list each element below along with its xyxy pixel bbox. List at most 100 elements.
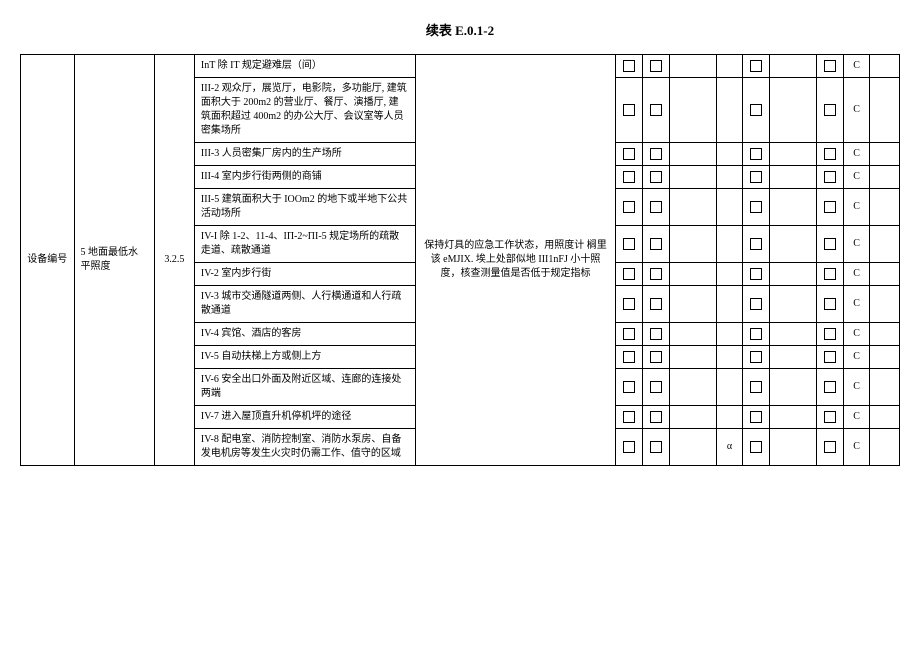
checkbox-icon[interactable]	[623, 298, 635, 310]
grade-cell: C	[843, 346, 870, 369]
checkbox-icon[interactable]	[650, 60, 662, 72]
empty-cell	[770, 346, 817, 369]
checkbox-cell	[643, 263, 670, 286]
grade-cell: C	[843, 323, 870, 346]
checkbox-icon[interactable]	[650, 441, 662, 453]
checkbox-cell	[743, 286, 770, 323]
checkbox-icon[interactable]	[623, 60, 635, 72]
empty-cell	[669, 55, 716, 78]
checkbox-icon[interactable]	[650, 238, 662, 250]
col-description: IV-3 城市交通隧道两侧、人行横通道和人行疏散通道	[194, 286, 415, 323]
checkbox-icon[interactable]	[650, 201, 662, 213]
alpha-cell	[716, 263, 743, 286]
checkbox-icon[interactable]	[824, 441, 836, 453]
alpha-cell	[716, 369, 743, 406]
checkbox-icon[interactable]	[824, 148, 836, 160]
empty-cell	[770, 189, 817, 226]
checkbox-icon[interactable]	[750, 148, 762, 160]
checkbox-icon[interactable]	[650, 381, 662, 393]
checkbox-icon[interactable]	[824, 328, 836, 340]
alpha-cell	[716, 346, 743, 369]
col-item-name: 5 地面最低水平照度	[74, 55, 154, 466]
checkbox-icon[interactable]	[623, 268, 635, 280]
checkbox-cell	[616, 189, 643, 226]
empty-cell	[770, 429, 817, 466]
checkbox-icon[interactable]	[623, 441, 635, 453]
col-description: III-2 观众厅，展览厅，电影院，多功能厅, 建筑面积大于 200m2 的营业…	[194, 78, 415, 143]
checkbox-icon[interactable]	[623, 411, 635, 423]
empty-cell	[770, 143, 817, 166]
col-description: InT 除 IT 规定避难层（间）	[194, 55, 415, 78]
checkbox-icon[interactable]	[650, 411, 662, 423]
checkbox-icon[interactable]	[650, 171, 662, 183]
checkbox-icon[interactable]	[650, 328, 662, 340]
checkbox-icon[interactable]	[623, 104, 635, 116]
alpha-cell	[716, 166, 743, 189]
checkbox-cell	[816, 346, 843, 369]
col-description: IV-6 安全出口外面及附近区域、连廊的连接处两端	[194, 369, 415, 406]
empty-cell	[870, 226, 900, 263]
checkbox-icon[interactable]	[623, 328, 635, 340]
checkbox-icon[interactable]	[824, 268, 836, 280]
col-description: IV-5 自动扶梯上方或侧上方	[194, 346, 415, 369]
checkbox-cell	[816, 286, 843, 323]
checkbox-icon[interactable]	[824, 171, 836, 183]
checkbox-cell	[643, 323, 670, 346]
col-clause: 3.2.5	[154, 55, 194, 466]
checkbox-icon[interactable]	[824, 60, 836, 72]
checkbox-icon[interactable]	[623, 381, 635, 393]
checkbox-icon[interactable]	[824, 411, 836, 423]
checkbox-icon[interactable]	[750, 201, 762, 213]
checkbox-icon[interactable]	[750, 238, 762, 250]
col-description: IV-4 宾馆、酒店的客房	[194, 323, 415, 346]
checkbox-icon[interactable]	[750, 268, 762, 280]
table-row: 设备编号5 地面最低水平照度3.2.5InT 除 IT 规定避难层（间）保持灯具…	[21, 55, 900, 78]
checkbox-icon[interactable]	[824, 298, 836, 310]
alpha-cell	[716, 143, 743, 166]
checkbox-cell	[743, 55, 770, 78]
empty-cell	[870, 189, 900, 226]
checkbox-icon[interactable]	[623, 201, 635, 213]
checkbox-cell	[816, 226, 843, 263]
checkbox-icon[interactable]	[750, 441, 762, 453]
grade-cell: C	[843, 429, 870, 466]
checkbox-icon[interactable]	[824, 238, 836, 250]
checkbox-icon[interactable]	[650, 148, 662, 160]
checkbox-icon[interactable]	[750, 104, 762, 116]
checkbox-icon[interactable]	[650, 104, 662, 116]
checkbox-cell	[616, 55, 643, 78]
empty-cell	[870, 55, 900, 78]
checkbox-cell	[743, 263, 770, 286]
checkbox-icon[interactable]	[623, 148, 635, 160]
checkbox-cell	[743, 143, 770, 166]
checkbox-cell	[616, 143, 643, 166]
checkbox-cell	[816, 143, 843, 166]
checkbox-icon[interactable]	[750, 171, 762, 183]
checkbox-icon[interactable]	[824, 351, 836, 363]
checkbox-cell	[743, 323, 770, 346]
checkbox-icon[interactable]	[824, 201, 836, 213]
checkbox-icon[interactable]	[824, 381, 836, 393]
checkbox-icon[interactable]	[750, 411, 762, 423]
empty-cell	[770, 166, 817, 189]
checkbox-icon[interactable]	[824, 104, 836, 116]
checkbox-cell	[643, 369, 670, 406]
checkbox-icon[interactable]	[750, 298, 762, 310]
checkbox-icon[interactable]	[623, 351, 635, 363]
checkbox-cell	[643, 189, 670, 226]
checkbox-icon[interactable]	[750, 351, 762, 363]
checkbox-icon[interactable]	[623, 238, 635, 250]
checkbox-cell	[643, 406, 670, 429]
checkbox-cell	[643, 286, 670, 323]
checkbox-icon[interactable]	[750, 328, 762, 340]
grade-cell: C	[843, 143, 870, 166]
checkbox-icon[interactable]	[750, 381, 762, 393]
empty-cell	[669, 143, 716, 166]
checkbox-icon[interactable]	[650, 351, 662, 363]
checkbox-icon[interactable]	[650, 298, 662, 310]
checkbox-cell	[816, 189, 843, 226]
checkbox-icon[interactable]	[650, 268, 662, 280]
checkbox-icon[interactable]	[623, 171, 635, 183]
empty-cell	[870, 406, 900, 429]
checkbox-icon[interactable]	[750, 60, 762, 72]
